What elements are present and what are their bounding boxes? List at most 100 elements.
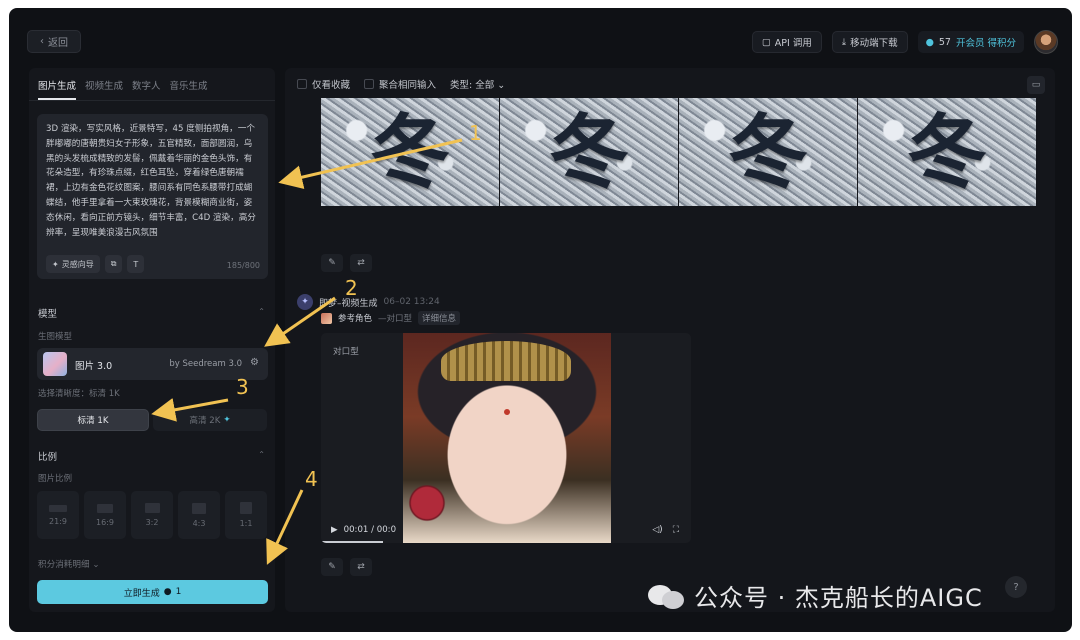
video-player[interactable]: 对口型 ▶ 00:01 / 00:0 ◁) ⛶ <box>321 333 691 543</box>
chevron-up-icon[interactable]: ⌃ <box>258 450 265 459</box>
credits-widget[interactable]: ● 57 开会员 得积分 <box>917 31 1024 53</box>
help-icon[interactable]: ? <box>1005 576 1027 598</box>
tab-digital-human[interactable]: 数字人 <box>132 78 161 100</box>
left-panel: 图片生成 视频生成 数字人 音乐生成 3D 渲染，写实风格，近景特写，45 度侧… <box>29 68 275 612</box>
edit-button[interactable]: ✎ <box>321 558 343 576</box>
ratio-section-title: 比例 <box>38 452 58 463</box>
filter-bar: 仅看收藏 聚合相同输入 类型: 全部 ⌄ <box>297 77 505 91</box>
annotation-number: 3 <box>236 375 249 399</box>
jimeng-logo-icon: ✦ <box>297 294 313 310</box>
result-image[interactable]: 冬 <box>679 98 857 206</box>
filter-aggregate[interactable]: 聚合相同输入 <box>364 77 436 91</box>
type-dropdown-label: 类型: 全部 <box>450 80 495 91</box>
image-results: 冬 冬 冬 冬 <box>321 98 1036 206</box>
filter-favorites[interactable]: 仅看收藏 <box>297 77 350 91</box>
resolution-1k-button[interactable]: 标清 1K <box>37 409 149 431</box>
repeat-icon: ⇄ <box>357 562 365 572</box>
app-window: ‹ 返回 ▢ API 调用 ⤓ 移动端下载 ● 57 开会员 得积分 图片生成 … <box>9 8 1072 632</box>
filter-favorites-label: 仅看收藏 <box>312 80 351 91</box>
headdress <box>441 341 571 381</box>
settings-icon[interactable]: ⚙ <box>250 357 259 368</box>
video-right-controls: ◁) ⛶ <box>652 525 679 535</box>
top-bar: ‹ 返回 ▢ API 调用 ⤓ 移动端下载 ● 57 开会员 得积分 <box>9 8 1072 70</box>
repeat-icon: ⇄ <box>357 258 365 268</box>
generate-button[interactable]: 立即生成 ● 1 <box>37 580 268 604</box>
image-ref-button[interactable]: ⧉ <box>104 255 123 273</box>
result-image[interactable]: 冬 <box>321 98 499 206</box>
fullscreen-icon[interactable]: ⛶ <box>673 525 679 535</box>
resolution-2k-button[interactable]: 高清 2K ✦ <box>153 409 267 431</box>
ratio-label: 4:3 <box>192 518 206 528</box>
result-glyph: 冬 <box>549 105 629 200</box>
entry-meta: 参考角色 —对口型 详细信息 <box>321 311 461 325</box>
video-progress[interactable] <box>321 541 383 543</box>
prompt-text[interactable]: 3D 渲染，写实风格，近景特写，45 度侧拍视角，一个胖嘟嘟的唐朝贵妇女子形象，… <box>46 122 260 240</box>
api-button[interactable]: ▢ API 调用 <box>751 31 822 53</box>
ratio-options: 21:9 16:9 3:2 4:3 1:1 <box>37 491 267 539</box>
video-type-label: 对口型 <box>333 347 359 357</box>
video-entry-header: ✦ 即梦–视频生成 06–02 13:24 <box>297 294 440 310</box>
image-add-icon: ⧉ <box>110 259 117 268</box>
annotation-number: 2 <box>345 276 358 300</box>
api-label: API 调用 <box>774 38 812 49</box>
watermark-text: 公众号 · 杰克船长的AIGC <box>694 584 983 612</box>
reference-thumbnail <box>321 312 332 324</box>
cost-details[interactable]: 积分消耗明细 ⌄ <box>38 558 100 570</box>
regenerate-button[interactable]: ⇄ <box>350 254 372 272</box>
chat-icon: ▢ <box>761 36 771 48</box>
model-name: 图片 3.0 <box>75 361 113 372</box>
back-button[interactable]: ‹ 返回 <box>27 30 81 53</box>
member-link[interactable]: 开会员 得积分 <box>956 35 1016 49</box>
chevron-left-icon: ‹ <box>40 36 44 47</box>
annotation-number: 1 <box>469 121 482 145</box>
chevron-up-icon[interactable]: ⌃ <box>258 307 265 316</box>
ratio-shape <box>192 502 206 514</box>
ratio-shape <box>144 503 160 513</box>
model-selector[interactable]: 图片 3.0 by Seedream 3.0 ⚙ <box>37 348 268 380</box>
detail-button[interactable]: 详细信息 <box>418 311 461 325</box>
annotation-number: 4 <box>305 467 318 491</box>
model-by: by Seedream 3.0 <box>169 359 242 369</box>
result-image[interactable]: 冬 <box>500 98 678 206</box>
entry-time: 06–02 13:24 <box>383 297 440 307</box>
ratio-label: 21:9 <box>49 516 67 526</box>
generate-label: 立即生成 <box>123 588 160 599</box>
edit-button[interactable]: ✎ <box>321 254 343 272</box>
ratio-label: 16:9 <box>96 517 114 527</box>
tab-image[interactable]: 图片生成 <box>38 78 77 100</box>
ratio-label: 3:2 <box>145 518 159 527</box>
ratio-option[interactable]: 21:9 <box>37 491 79 539</box>
text-tool-button[interactable]: T <box>127 255 145 273</box>
prompt-box[interactable]: 3D 渲染，写实风格，近景特写，45 度侧拍视角，一个胖嘟嘟的唐朝贵妇女子形象，… <box>37 114 268 279</box>
ratio-option[interactable]: 1:1 <box>225 491 267 539</box>
checkbox-icon <box>364 79 375 89</box>
download-icon: ⤓ <box>841 36 847 48</box>
filter-aggregate-label: 聚合相同输入 <box>379 80 437 91</box>
image-actions: ✎ ⇄ <box>321 254 372 272</box>
play-icon[interactable]: ▶ <box>331 525 338 535</box>
ratio-option[interactable]: 3:2 <box>131 491 173 539</box>
chevron-down-icon: ⌄ <box>92 560 100 570</box>
type-dropdown[interactable]: 类型: 全部 ⌄ <box>450 77 505 91</box>
rose <box>407 483 447 523</box>
ratio-label: 1:1 <box>239 519 253 528</box>
folder-icon[interactable]: ▭ <box>1027 76 1045 94</box>
tab-video[interactable]: 视频生成 <box>85 78 123 100</box>
checkbox-icon <box>297 79 307 89</box>
credit-count: 57 <box>938 36 951 48</box>
pencil-icon: ✎ <box>328 258 336 268</box>
volume-icon[interactable]: ◁) <box>652 525 662 535</box>
back-label: 返回 <box>48 38 68 49</box>
ratio-option[interactable]: 16:9 <box>84 491 126 539</box>
credit-icon: ● <box>925 36 934 48</box>
ratio-option[interactable]: 4:3 <box>178 491 220 539</box>
forehead-mark <box>504 409 510 415</box>
reference-sub: —对口型 <box>378 314 413 324</box>
regenerate-button[interactable]: ⇄ <box>350 558 372 576</box>
result-image[interactable]: 冬 <box>858 98 1036 206</box>
sparkle-icon: ✦ <box>52 259 59 269</box>
mobile-download-button[interactable]: ⤓ 移动端下载 <box>831 31 908 53</box>
inspiration-button[interactable]: ✦ 灵感向导 <box>46 255 100 273</box>
avatar[interactable] <box>1034 30 1058 54</box>
tab-music[interactable]: 音乐生成 <box>170 78 208 100</box>
